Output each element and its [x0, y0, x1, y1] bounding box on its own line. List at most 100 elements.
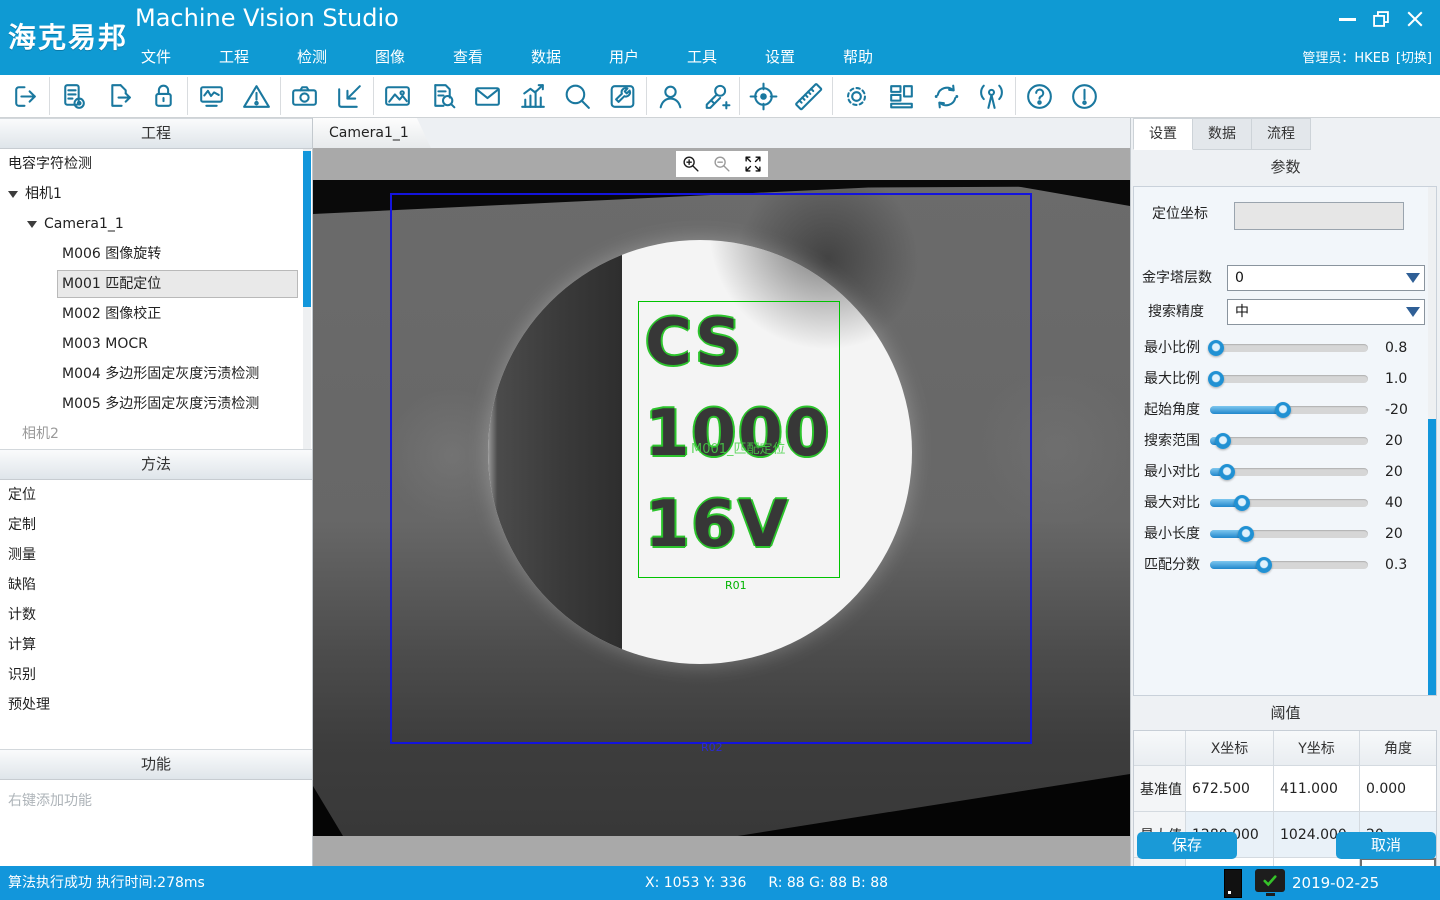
toolbar-button-import[interactable]: [327, 76, 372, 116]
table-cell[interactable]: 672.500: [1186, 766, 1274, 812]
tree-item-m005[interactable]: M005 多边形固定灰度污渍检测: [0, 389, 312, 419]
tree-item-camera1[interactable]: 相机1: [0, 179, 312, 209]
tree-item-m001-selected[interactable]: M001 匹配定位: [0, 269, 312, 299]
search-roi-rectangle[interactable]: [390, 193, 1032, 744]
toolbar-button-key-add[interactable]: [693, 76, 738, 116]
toolbar-button-mail[interactable]: [465, 76, 510, 116]
table-cell[interactable]: 411.000: [1274, 766, 1360, 812]
slider-thumb[interactable]: [1238, 526, 1254, 542]
menu-item-tools[interactable]: 工具: [666, 40, 738, 75]
method-item-recognize[interactable]: 识别: [0, 660, 312, 690]
slider-track[interactable]: [1210, 437, 1368, 445]
slider-track[interactable]: [1210, 468, 1368, 476]
close-button[interactable]: [1398, 5, 1432, 33]
precision-dropdown[interactable]: 中: [1227, 299, 1425, 325]
tree-scrollbar-thumb[interactable]: [303, 151, 311, 307]
toolbar-button-monitor[interactable]: [189, 76, 234, 116]
slider-thumb[interactable]: [1208, 371, 1224, 387]
toolbar-button-exit[interactable]: [3, 76, 48, 116]
restore-button[interactable]: [1364, 5, 1398, 33]
menu-item-detect[interactable]: 检测: [276, 40, 348, 75]
method-item-preprocess[interactable]: 预处理: [0, 690, 312, 720]
tree-scrollbar[interactable]: [303, 149, 311, 449]
cancel-button[interactable]: 取消: [1336, 832, 1436, 859]
toolbar-button-image[interactable]: [375, 76, 420, 116]
method-item-calculate[interactable]: 计算: [0, 630, 312, 660]
slider-thumb[interactable]: [1208, 340, 1224, 356]
monitor-check-icon[interactable]: [1255, 869, 1285, 892]
server-status-icon[interactable]: [1224, 869, 1242, 898]
slider-track[interactable]: [1210, 561, 1368, 569]
toolbar-button-layout[interactable]: [879, 76, 924, 116]
tree-item-m006[interactable]: M006 图像旋转: [0, 239, 312, 269]
slider-thumb[interactable]: [1219, 464, 1235, 480]
viewer-tab-camera1-1[interactable]: Camera1_1: [313, 118, 431, 148]
tab-data[interactable]: 数据: [1193, 118, 1252, 150]
slider-thumb[interactable]: [1275, 402, 1291, 418]
tree-item-project-root[interactable]: 电容字符检测: [0, 149, 312, 179]
toolbar-button-search[interactable]: [555, 76, 600, 116]
minimize-button[interactable]: [1330, 5, 1364, 33]
toolbar-button-export-document[interactable]: [96, 76, 141, 116]
tab-settings[interactable]: 设置: [1133, 118, 1193, 150]
toolbar-button-sync[interactable]: [924, 76, 969, 116]
toolbar-button-ruler[interactable]: [786, 76, 831, 116]
tree-item-m003[interactable]: M003 MOCR: [0, 329, 312, 359]
zoom-out-icon[interactable]: [712, 154, 732, 174]
menu-item-image[interactable]: 图像: [354, 40, 426, 75]
toolbar-button-user[interactable]: [648, 76, 693, 116]
slider-track[interactable]: [1210, 375, 1368, 383]
toolbar-button-target[interactable]: [741, 76, 786, 116]
camera-image-canvas[interactable]: CS 1000 16V M001_匹配定位 R01 R02: [313, 180, 1130, 836]
zoom-in-icon[interactable]: [681, 154, 701, 174]
method-item-locate[interactable]: 定位: [0, 480, 312, 510]
slider-thumb[interactable]: [1234, 495, 1250, 511]
expand-arrow-icon[interactable]: [27, 221, 37, 228]
method-item-defect[interactable]: 缺陷: [0, 570, 312, 600]
pyramid-dropdown[interactable]: 0: [1227, 265, 1425, 291]
toolbar-button-about[interactable]: [1062, 76, 1107, 116]
method-item-custom[interactable]: 定制: [0, 510, 312, 540]
tree-item-m002[interactable]: M002 图像校正: [0, 299, 312, 329]
menu-item-user[interactable]: 用户: [588, 40, 660, 75]
save-button[interactable]: 保存: [1137, 832, 1237, 859]
params-scrollbar[interactable]: [1428, 187, 1436, 695]
toolbar-button-camera[interactable]: [282, 76, 327, 116]
toolbar-button-settings-gear[interactable]: [834, 76, 879, 116]
toolbar-button-script-settings[interactable]: [51, 76, 96, 116]
method-item-measure[interactable]: 测量: [0, 540, 312, 570]
menu-item-file[interactable]: 文件: [120, 40, 192, 75]
menu-item-data[interactable]: 数据: [510, 40, 582, 75]
toolbar-button-toolbox[interactable]: [600, 76, 645, 116]
params-scrollbar-thumb[interactable]: [1428, 419, 1436, 695]
toolbar-button-help[interactable]: [1017, 76, 1062, 116]
fit-screen-icon[interactable]: [743, 154, 763, 174]
toolbar-button-warning[interactable]: [234, 76, 279, 116]
user-icon: [654, 80, 687, 113]
toolbar-button-statistics[interactable]: [510, 76, 555, 116]
functions-area[interactable]: 右键添加功能: [0, 780, 312, 875]
switch-user-link[interactable]: [切换]: [1396, 51, 1432, 66]
toolbar-button-document-search[interactable]: [420, 76, 465, 116]
slider-track[interactable]: [1210, 530, 1368, 538]
locate-coord-input[interactable]: [1234, 202, 1404, 230]
slider-track[interactable]: [1210, 499, 1368, 507]
toolbar-button-broadcast[interactable]: [969, 76, 1014, 116]
table-cell[interactable]: 0.000: [1360, 766, 1436, 812]
toolbar-button-lock[interactable]: [141, 76, 186, 116]
slider-track[interactable]: [1210, 406, 1368, 414]
tab-flow[interactable]: 流程: [1252, 118, 1311, 150]
tree-item-m004[interactable]: M004 多边形固定灰度污渍检测: [0, 359, 312, 389]
tree-item-camera2[interactable]: 相机2: [0, 419, 312, 449]
slider-thumb[interactable]: [1215, 433, 1231, 449]
menu-item-help[interactable]: 帮助: [822, 40, 894, 75]
expand-arrow-icon[interactable]: [8, 191, 18, 198]
menu-item-project[interactable]: 工程: [198, 40, 270, 75]
slider-thumb[interactable]: [1256, 557, 1272, 573]
tree-item-camera1-1[interactable]: Camera1_1: [0, 209, 312, 239]
slider-track[interactable]: [1210, 344, 1368, 352]
menu-item-settings[interactable]: 设置: [744, 40, 816, 75]
menu-item-view[interactable]: 查看: [432, 40, 504, 75]
status-datetime: 2019-02-25 17:29:02: [1292, 866, 1440, 900]
method-item-count[interactable]: 计数: [0, 600, 312, 630]
